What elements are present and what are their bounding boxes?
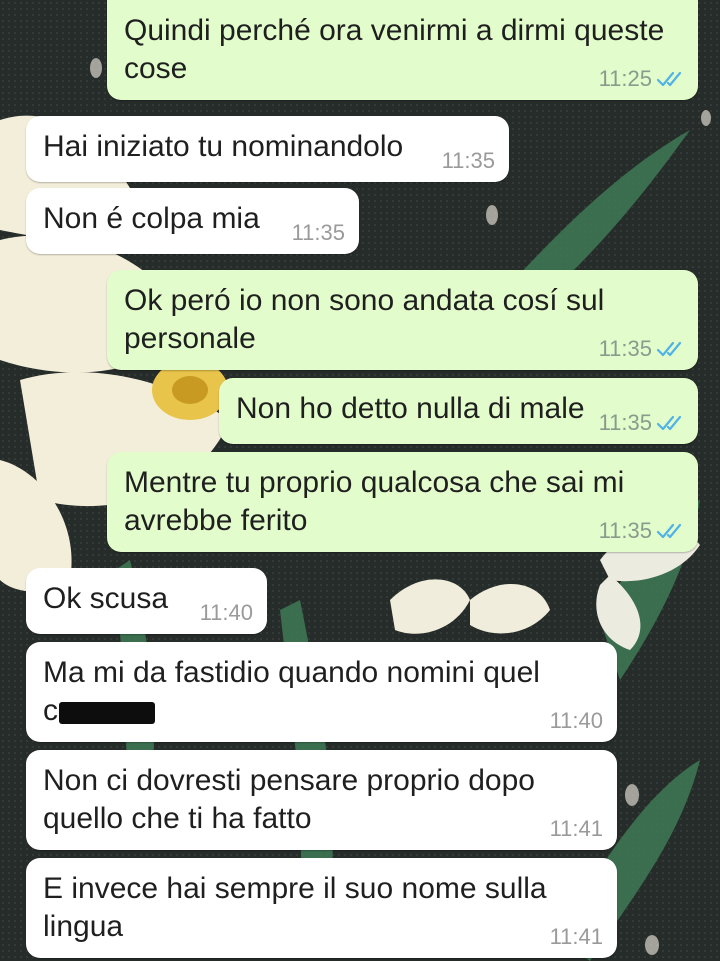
incoming-message-bubble[interactable]: E invece hai sempre il suo nome sulla li…: [26, 858, 617, 958]
message-timestamp: 11:35: [598, 410, 652, 435]
outgoing-message-bubble[interactable]: Quindi perché ora venirmi a dirmi queste…: [107, 0, 698, 100]
outgoing-message-bubble[interactable]: Ok peró io non sono andata cosí sul pers…: [107, 270, 698, 370]
message-timestamp: 11:35: [598, 336, 652, 361]
chat-message-list[interactable]: Quindi perché ora venirmi a dirmi queste…: [0, 0, 720, 961]
message-timestamp: 11:41: [549, 816, 603, 841]
double-check-icon: [656, 415, 682, 431]
incoming-message-bubble[interactable]: Non é colpa mia 11:35: [26, 188, 359, 254]
message-meta: 11:35: [442, 149, 495, 173]
message-text: E invece hai sempre il suo nome sulla li…: [43, 872, 547, 943]
incoming-message-bubble[interactable]: Hai iniziato tu nominandolo 11:35: [26, 116, 509, 182]
message-meta: 11:35: [599, 411, 684, 435]
message-meta: 11:41: [550, 817, 603, 841]
message-meta: 11:35: [599, 519, 684, 543]
double-check-icon: [656, 341, 682, 357]
message-timestamp: 11:35: [598, 518, 652, 543]
message-meta: 11:35: [599, 337, 684, 361]
message-meta: 11:40: [200, 601, 253, 625]
message-meta: 11:40: [550, 709, 603, 733]
message-timestamp: 11:41: [549, 924, 603, 949]
message-timestamp: 11:35: [441, 148, 495, 173]
message-timestamp: 11:40: [199, 600, 253, 625]
message-meta: 11:41: [550, 925, 603, 949]
message-text: Non ci dovresti pensare proprio dopo que…: [43, 764, 535, 835]
message-meta: 11:35: [292, 221, 345, 245]
incoming-message-bubble[interactable]: Non ci dovresti pensare proprio dopo que…: [26, 750, 617, 850]
message-timestamp: 11:40: [549, 708, 603, 733]
outgoing-message-bubble[interactable]: Non ho detto nulla di male 11:35: [219, 378, 698, 444]
incoming-message-bubble[interactable]: Ma mi da fastidio quando nomini quel c 11…: [26, 642, 617, 742]
message-meta: 11:25: [599, 67, 684, 91]
message-text: Hai iniziato tu nominandolo: [43, 130, 404, 163]
double-check-icon: [656, 71, 682, 87]
message-timestamp: 11:35: [291, 220, 345, 245]
incoming-message-bubble[interactable]: Ok scusa 11:40: [26, 568, 267, 634]
message-timestamp: 11:25: [598, 66, 652, 91]
outgoing-message-bubble[interactable]: Mentre tu proprio qualcosa che sai mi av…: [107, 452, 698, 552]
redaction-mark: [59, 702, 155, 724]
double-check-icon: [656, 523, 682, 539]
